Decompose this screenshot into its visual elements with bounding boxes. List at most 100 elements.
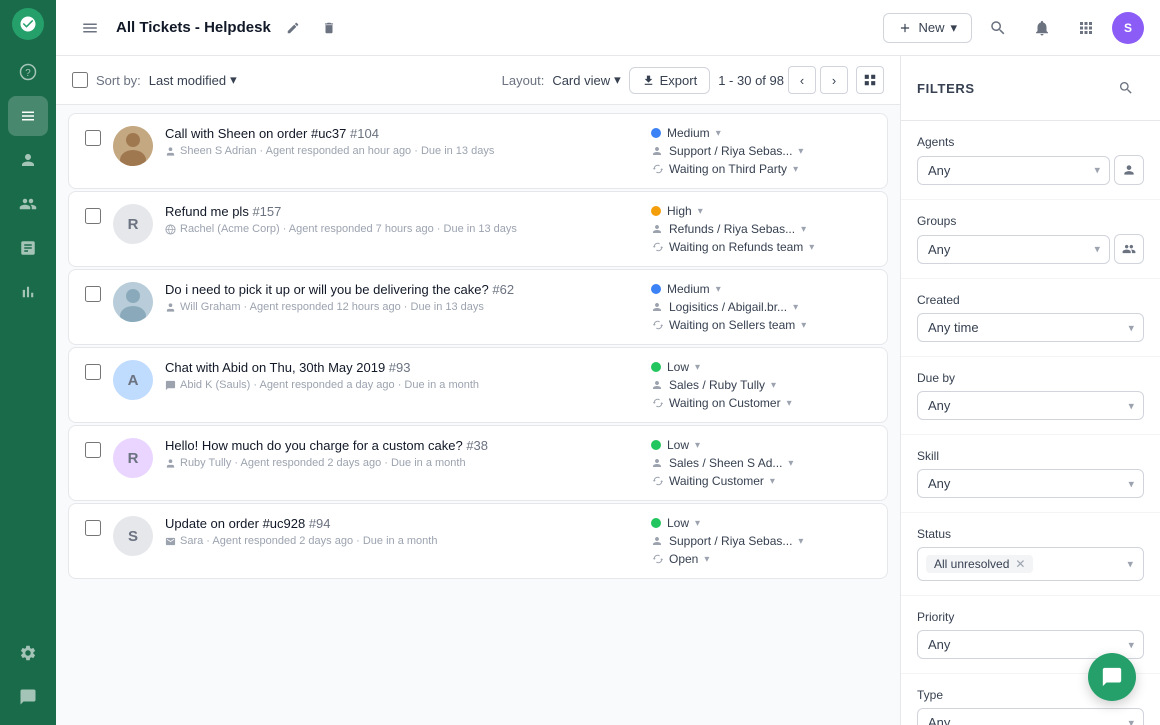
ticket-checkbox[interactable] xyxy=(85,364,101,380)
filter-due-by-select[interactable]: Any xyxy=(917,391,1144,420)
ticket-status-row[interactable]: Waiting on Refunds team ▾ xyxy=(651,240,814,254)
filter-skill: Skill Any xyxy=(901,435,1160,513)
logo[interactable] xyxy=(12,8,44,40)
next-page-button[interactable]: › xyxy=(820,66,848,94)
ticket-info: Hello! How much do you charge for a cust… xyxy=(165,438,639,469)
ticket-tags: Low ▾ Sales / Sheen S Ad... ▾ Waiting Cu… xyxy=(651,438,871,488)
ticket-card[interactable]: Call with Sheen on order #uc37 #104 Shee… xyxy=(68,113,888,189)
sidebar-item-reports[interactable] xyxy=(8,228,48,268)
filter-created-select[interactable]: Any time xyxy=(917,313,1144,342)
filter-agents-select[interactable]: Any xyxy=(917,156,1110,185)
edit-title-button[interactable] xyxy=(279,14,307,42)
filter-groups-icon[interactable] xyxy=(1114,234,1144,264)
main-content: All Tickets - Helpdesk New ▾ S xyxy=(56,0,1160,725)
ticket-priority-row[interactable]: High ▾ xyxy=(651,204,703,218)
ticket-info: Chat with Abid on Thu, 30th May 2019 #93… xyxy=(165,360,639,391)
ticket-team-row[interactable]: Support / Riya Sebas... ▾ xyxy=(651,144,803,158)
fab-button[interactable] xyxy=(1088,653,1136,701)
user-avatar[interactable]: S xyxy=(1112,12,1144,44)
menu-toggle-button[interactable] xyxy=(72,10,108,46)
ticket-meta: Sara · Agent responded 2 days ago · Due … xyxy=(165,535,639,547)
priority-label: Medium xyxy=(667,282,710,296)
ticket-card[interactable]: S Update on order #uc928 #94 Sara · Agen… xyxy=(68,503,888,579)
sidebar: ? xyxy=(0,0,56,725)
team-icon xyxy=(651,457,663,469)
delete-button[interactable] xyxy=(315,14,343,42)
team-chevron: ▾ xyxy=(801,224,806,235)
filter-agents-icon[interactable] xyxy=(1114,155,1144,185)
sidebar-item-groups[interactable] xyxy=(8,184,48,224)
priority-dot xyxy=(651,128,661,138)
ticket-team-row[interactable]: Support / Riya Sebas... ▾ xyxy=(651,534,803,548)
ticket-team-row[interactable]: Refunds / Riya Sebas... ▾ xyxy=(651,222,806,236)
export-button[interactable]: Export xyxy=(629,67,711,94)
sidebar-item-help[interactable]: ? xyxy=(8,52,48,92)
ticket-num: #93 xyxy=(389,360,411,375)
priority-label: Low xyxy=(667,438,689,452)
grid-view-button[interactable] xyxy=(856,66,884,94)
sidebar-item-analytics[interactable] xyxy=(8,272,48,312)
filter-groups-select[interactable]: Any xyxy=(917,235,1110,264)
ticket-card[interactable]: Do i need to pick it up or will you be d… xyxy=(68,269,888,345)
filters-search-button[interactable] xyxy=(1108,70,1144,106)
notifications-button[interactable] xyxy=(1024,10,1060,46)
team-icon xyxy=(651,223,663,235)
sidebar-item-settings[interactable] xyxy=(8,633,48,673)
prev-page-button[interactable]: ‹ xyxy=(788,66,816,94)
status-tag-remove[interactable]: ✕ xyxy=(1015,557,1025,571)
ticket-checkbox[interactable] xyxy=(85,130,101,146)
ticket-priority-row[interactable]: Medium ▾ xyxy=(651,282,721,296)
priority-chevron: ▾ xyxy=(695,518,700,529)
ticket-team-row[interactable]: Logisitics / Abigail.br... ▾ xyxy=(651,300,798,314)
ticket-checkbox[interactable] xyxy=(85,520,101,536)
filter-skill-select[interactable]: Any xyxy=(917,469,1144,498)
ticket-team-row[interactable]: Sales / Ruby Tully ▾ xyxy=(651,378,776,392)
filter-type-select[interactable]: Any xyxy=(917,708,1144,725)
filter-agents-label: Agents xyxy=(917,135,1144,149)
filter-due-by-label: Due by xyxy=(917,371,1144,385)
ticket-priority-row[interactable]: Medium ▾ xyxy=(651,126,721,140)
apps-button[interactable] xyxy=(1068,10,1104,46)
ticket-num: #104 xyxy=(350,126,379,141)
ticket-checkbox[interactable] xyxy=(85,286,101,302)
ticket-checkbox[interactable] xyxy=(85,442,101,458)
ticket-priority-row[interactable]: Low ▾ xyxy=(651,360,700,374)
ticket-status-row[interactable]: Waiting Customer ▾ xyxy=(651,474,775,488)
ticket-card[interactable]: R Refund me pls #157 Rachel (Acme Corp) … xyxy=(68,191,888,267)
ticket-status-row[interactable]: Waiting on Sellers team ▾ xyxy=(651,318,806,332)
ticket-status-row[interactable]: Waiting on Third Party ▾ xyxy=(651,162,798,176)
ticket-info: Call with Sheen on order #uc37 #104 Shee… xyxy=(165,126,639,157)
status-icon xyxy=(651,319,663,331)
search-button[interactable] xyxy=(980,10,1016,46)
priority-dot xyxy=(651,440,661,450)
team-label: Sales / Sheen S Ad... xyxy=(669,456,782,470)
ticket-title: Do i need to pick it up or will you be d… xyxy=(165,282,639,297)
ticket-team-row[interactable]: Sales / Sheen S Ad... ▾ xyxy=(651,456,793,470)
ticket-meta: Rachel (Acme Corp) · Agent responded 7 h… xyxy=(165,223,639,235)
team-label: Sales / Ruby Tully xyxy=(669,378,765,392)
ticket-status-row[interactable]: Waiting on Customer ▾ xyxy=(651,396,792,410)
ticket-priority-row[interactable]: Low ▾ xyxy=(651,516,700,530)
sidebar-item-chat[interactable] xyxy=(8,677,48,717)
ticket-status-row[interactable]: Open ▾ xyxy=(651,552,709,566)
select-all-checkbox[interactable] xyxy=(72,72,88,88)
filter-status: Status All unresolved ✕ xyxy=(901,513,1160,596)
ticket-num: #38 xyxy=(466,438,488,453)
status-label: Waiting Customer xyxy=(669,474,764,488)
ticket-priority-row[interactable]: Low ▾ xyxy=(651,438,700,452)
ticket-card[interactable]: A Chat with Abid on Thu, 30th May 2019 #… xyxy=(68,347,888,423)
priority-chevron: ▾ xyxy=(695,362,700,373)
filter-status-input[interactable]: All unresolved ✕ xyxy=(917,547,1144,581)
ticket-card[interactable]: R Hello! How much do you charge for a cu… xyxy=(68,425,888,501)
new-button[interactable]: New ▾ xyxy=(883,13,972,43)
sidebar-item-contacts[interactable] xyxy=(8,140,48,180)
ticket-checkbox[interactable] xyxy=(85,208,101,224)
sidebar-item-tickets[interactable] xyxy=(8,96,48,136)
ticket-num: #62 xyxy=(492,282,514,297)
ticket-meta: Ruby Tully · Agent responded 2 days ago … xyxy=(165,457,639,469)
list-toolbar: Sort by: Last modified ▾ Layout: Card vi… xyxy=(56,56,900,105)
sort-button[interactable]: Last modified ▾ xyxy=(149,72,237,88)
priority-chevron: ▾ xyxy=(716,128,721,139)
layout-button[interactable]: Card view ▾ xyxy=(552,72,620,88)
filter-created: Created Any time xyxy=(901,279,1160,357)
